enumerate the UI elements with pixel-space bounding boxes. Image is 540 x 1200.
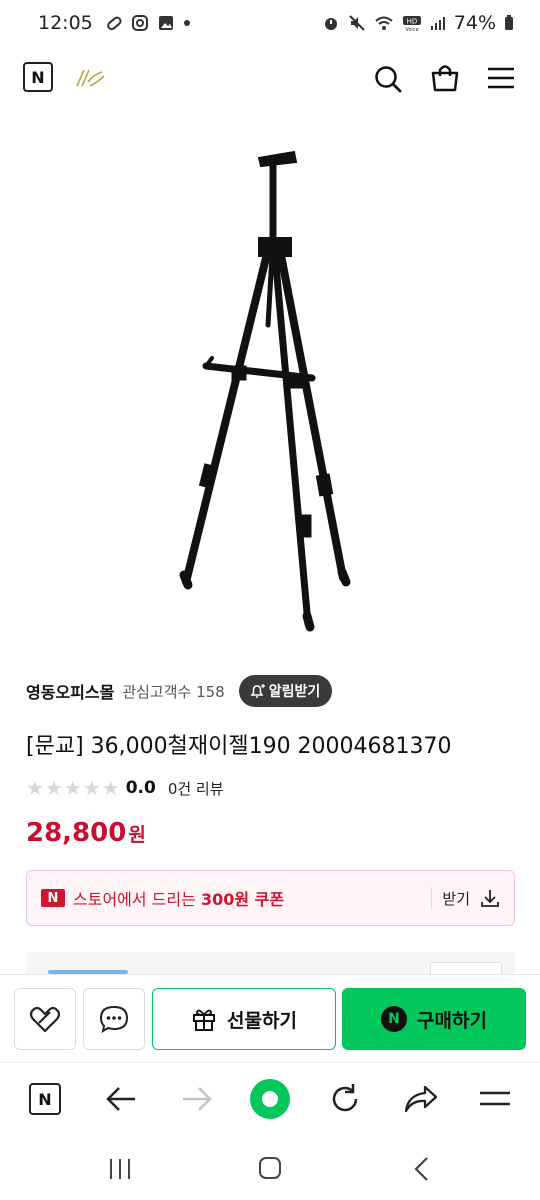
star-rating: ★ ★ ★ ★ ★ — [26, 778, 120, 798]
coupon-banner[interactable]: N 스토어에서 드리는 300원 쿠폰 받기 — [26, 870, 515, 926]
browser-toolbar: N — [0, 1062, 540, 1140]
download-icon — [481, 890, 499, 907]
gift-button[interactable]: 선물하기 — [152, 988, 336, 1050]
star-icon: ★ — [82, 776, 101, 800]
star-icon: ★ — [44, 776, 63, 800]
browser-home-button[interactable]: N — [29, 1083, 61, 1115]
buy-button[interactable]: N 구매하기 — [342, 988, 526, 1050]
status-time: 12:05 — [38, 12, 93, 34]
coupon-get-label: 받기 — [442, 889, 470, 908]
store-info-row: 영동오피스몰 관심고객수 158 알림받기 — [26, 675, 516, 707]
menu-icon[interactable] — [487, 66, 515, 90]
coupon-text: 스토어에서 드리는 300원 쿠폰 — [73, 886, 284, 910]
battery-icon — [505, 15, 513, 30]
review-count[interactable]: 0건 리뷰 — [168, 778, 224, 799]
gallery-icon — [158, 16, 173, 30]
alarm-icon — [324, 18, 337, 30]
partial-button — [430, 962, 502, 974]
rating-row[interactable]: ★ ★ ★ ★ ★ 0.0 0건 리뷰 — [26, 775, 224, 801]
search-icon[interactable] — [373, 64, 403, 94]
site-header: N — [0, 46, 540, 110]
talk-button[interactable] — [83, 988, 145, 1050]
system-nav-bar — [0, 1140, 540, 1200]
alarm-label: 알림받기 — [268, 684, 321, 700]
browser-logo-text: N — [38, 1089, 52, 1109]
naver-pay-n-icon: N — [381, 1006, 408, 1032]
price-unit: 원 — [128, 824, 146, 846]
coupon-text-bold: 300원 쿠폰 — [200, 890, 285, 909]
battery-percent: 74% — [453, 12, 496, 34]
product-title: [문교] 36,000철재이젤190 20004681370 — [26, 734, 452, 759]
chat-bubble-icon — [99, 1005, 129, 1034]
sale-price: 28,800 — [26, 818, 127, 848]
favorite-count: 관심고객수 158 — [122, 682, 225, 701]
rating-value: 0.0 — [125, 778, 156, 798]
store-name[interactable]: 영동오피스몰 — [26, 679, 114, 703]
coupon-download-button[interactable]: 받기 — [431, 887, 500, 909]
wifi-icon — [375, 16, 393, 30]
naver-home-logo[interactable]: N — [23, 62, 53, 92]
green-dot-icon[interactable] — [249, 1078, 291, 1120]
naver-logo-text: N — [31, 67, 45, 87]
star-icon: ★ — [63, 776, 82, 800]
star-icon: ★ — [101, 776, 120, 800]
status-bar: 12:05 HD Voice 74% — [0, 0, 540, 46]
forward-arrow-icon[interactable] — [180, 1085, 214, 1113]
partial-option-box — [26, 952, 515, 974]
bell-plus-icon — [250, 684, 265, 698]
product-image[interactable] — [0, 130, 540, 650]
svg-text:HD: HD — [406, 18, 417, 26]
gift-icon — [193, 1009, 216, 1031]
purchase-action-bar: 선물하기 N 구매하기 — [0, 974, 540, 1062]
mute-icon — [349, 15, 365, 31]
instagram-icon — [131, 15, 148, 31]
zzim-heart-icon — [29, 1006, 61, 1033]
star-icon: ★ — [26, 776, 44, 800]
buy-label: 구매하기 — [417, 1009, 487, 1032]
browser-menu-icon[interactable] — [479, 1087, 511, 1111]
price-row: 28,800 원 — [26, 818, 146, 848]
store-brand-logo-icon[interactable] — [74, 66, 106, 90]
cart-icon[interactable] — [430, 62, 460, 94]
alarm-subscribe-button[interactable]: 알림받기 — [238, 675, 333, 707]
system-back-icon[interactable] — [412, 1156, 432, 1182]
dot-icon — [183, 20, 190, 26]
svg-text:Voice: Voice — [405, 27, 418, 32]
back-arrow-icon[interactable] — [104, 1085, 138, 1113]
refresh-icon[interactable] — [328, 1082, 362, 1116]
coupon-badge: N — [41, 889, 65, 907]
coupon-text-prefix: 스토어에서 드리는 — [73, 890, 201, 909]
hd-voice-icon: HDVoice — [402, 16, 421, 32]
signal-icon — [430, 17, 445, 30]
share-icon[interactable] — [403, 1083, 439, 1115]
recent-apps-icon[interactable] — [108, 1157, 132, 1181]
pill-icon — [106, 16, 122, 31]
like-button[interactable] — [14, 988, 76, 1050]
home-icon[interactable] — [258, 1156, 282, 1180]
gift-label: 선물하기 — [227, 1009, 297, 1032]
